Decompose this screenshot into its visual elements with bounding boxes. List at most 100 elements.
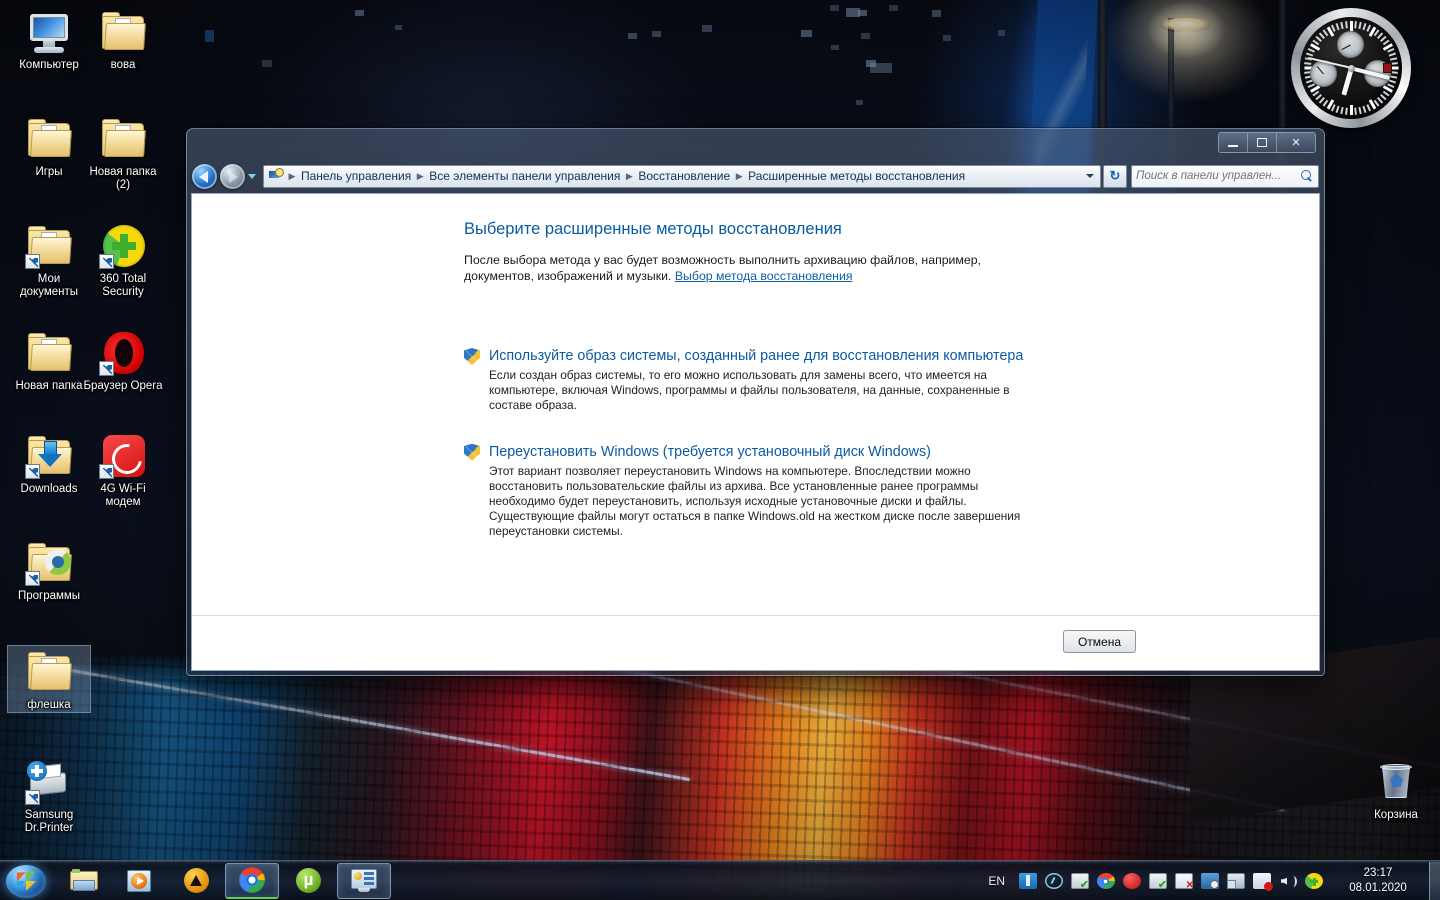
control-panel-icon [349, 867, 379, 895]
desktop-icon-label: Корзина [1374, 809, 1418, 821]
windows-logo-icon [6, 864, 46, 898]
network-icon[interactable] [1226, 872, 1246, 890]
chrome-tray-icon[interactable] [1096, 872, 1116, 890]
cherry-app-icon[interactable] [1122, 872, 1142, 890]
folder-icon [25, 329, 73, 377]
recovery-icon [267, 168, 284, 184]
tray-icons [1015, 872, 1327, 891]
clock-tick [1340, 21, 1344, 30]
desktop-icon-label: Мои документы [19, 273, 79, 298]
clock-tick [1304, 62, 1312, 65]
control-panel-window[interactable]: ✕ ▶ Панель управления ▶ Все элементы панели… [186, 128, 1325, 676]
desktop-icon-3[interactable]: Игры [8, 115, 90, 179]
desktop-icon-10[interactable]: 4G Wi-Fi модем [82, 432, 164, 509]
clock-center-cap [1347, 64, 1355, 72]
back-button[interactable] [192, 163, 217, 189]
clock-date-window [1383, 63, 1392, 73]
search-input[interactable] [1136, 170, 1300, 182]
cancel-button[interactable]: Отмена [1063, 630, 1136, 653]
clock-tick [1362, 105, 1367, 114]
speedtest-icon[interactable] [1044, 872, 1064, 890]
minimize-button[interactable] [1219, 133, 1248, 152]
close-icon: ✕ [1291, 137, 1301, 149]
action-center-flag-icon[interactable] [1252, 872, 1273, 891]
flash-drive-folder-icon [25, 648, 73, 696]
chrome-tray-icon-glyph [1097, 872, 1115, 889]
messenger-icon[interactable] [1070, 872, 1090, 891]
antivirus-check-icon-glyph [1149, 872, 1167, 891]
page-intro: После выбора метода у вас будет возможно… [464, 252, 1036, 284]
clock-tick [1345, 21, 1348, 29]
taskbar-utorrent[interactable] [281, 863, 335, 899]
document-error-icon[interactable] [1174, 872, 1194, 891]
desktop-icon-4[interactable]: Новая папка (2) [82, 115, 164, 192]
chronograph-clock-gadget[interactable] [1291, 8, 1411, 128]
desktop-icon-8[interactable]: Браузер Opera [82, 329, 164, 393]
breadcrumb-separator-icon: ▶ [288, 170, 296, 181]
desktop-icon-label: Программы [17, 590, 81, 602]
clock-tick [1307, 47, 1315, 53]
show-desktop-button[interactable] [1429, 861, 1440, 900]
desktop-icon-9[interactable]: Downloads [8, 432, 90, 496]
taskbar-media-player[interactable] [113, 863, 167, 899]
clock-tick [1335, 105, 1340, 114]
antivirus-check-icon[interactable] [1148, 872, 1168, 891]
backup-history-icon[interactable] [1200, 872, 1220, 890]
breadcrumb-item-1[interactable]: Панель управления [298, 168, 414, 184]
google-chrome-icon [237, 866, 267, 894]
breadcrumb-separator-icon: ▶ [625, 170, 633, 181]
recovery-option-heading[interactable]: Переустановить Windows (требуется устано… [489, 442, 1229, 462]
recent-pages-dropdown-icon[interactable] [245, 164, 259, 189]
desktop-icon-12[interactable]: флешка [7, 645, 91, 713]
taskbar-aimp[interactable] [169, 863, 223, 899]
breadcrumb-item-4[interactable]: Расширенные методы восстановления [745, 168, 968, 184]
search-box[interactable] [1131, 164, 1319, 188]
document-error-icon-glyph [1175, 872, 1194, 891]
breadcrumb-item-3[interactable]: Восстановление [635, 168, 733, 184]
taskbar-control-panel[interactable] [337, 862, 391, 899]
uac-shield-icon [463, 442, 481, 462]
close-button[interactable]: ✕ [1277, 133, 1315, 152]
desktop-icon-1[interactable]: Компьютер [8, 8, 90, 72]
recovery-method-link[interactable]: Выбор метода восстановления [675, 269, 853, 283]
address-bar[interactable]: ▶ Панель управления ▶ Все элементы панели у… [263, 164, 1101, 188]
shortcut-overlay-icon [25, 571, 40, 586]
window-titlebar[interactable]: ✕ [187, 129, 1324, 163]
360-security-tray-icon[interactable] [1304, 872, 1324, 890]
recovery-option-2[interactable]: Переустановить Windows (требуется устано… [463, 442, 1229, 540]
language-indicator[interactable]: EN [978, 874, 1015, 888]
address-dropdown-icon[interactable] [1081, 167, 1098, 186]
search-icon[interactable] [1300, 169, 1314, 183]
navigation-bar[interactable]: ▶ Панель управления ▶ Все элементы панели у… [187, 159, 1324, 193]
desktop-icon-2[interactable]: вова [82, 8, 164, 72]
taskbar-explorer[interactable] [57, 863, 111, 899]
maximize-button[interactable] [1248, 133, 1277, 152]
usb-device-icon[interactable] [1018, 872, 1038, 890]
breadcrumb-item-2[interactable]: Все элементы панели управления [426, 168, 623, 184]
programs-folder-icon [25, 539, 73, 587]
taskbar[interactable]: EN 23:17 08.01.2020 [0, 860, 1440, 900]
desktop-icon-5[interactable]: Мои документы [8, 222, 90, 299]
clock-tick [1349, 105, 1353, 115]
desktop-icon-recycle-bin[interactable]: Корзина [1355, 758, 1437, 822]
desktop-icon-13[interactable]: Samsung Dr.Printer [8, 758, 90, 835]
forward-button[interactable] [220, 163, 245, 189]
recovery-option-heading[interactable]: Используйте образ системы, созданный ран… [489, 346, 1229, 366]
volume-speaker-icon[interactable] [1278, 872, 1298, 890]
desktop-icon-11[interactable]: Программы [8, 539, 90, 603]
desktop-icon-label: Samsung Dr.Printer [24, 809, 74, 834]
window-control-buttons[interactable]: ✕ [1218, 132, 1316, 153]
taskbar-clock[interactable]: 23:17 08.01.2020 [1327, 866, 1425, 896]
shortcut-overlay-icon [99, 464, 114, 479]
start-button[interactable] [1, 862, 55, 900]
desktop-icon-7[interactable]: Новая папка [8, 329, 90, 393]
recovery-option-1[interactable]: Используйте образ системы, созданный ран… [463, 346, 1229, 414]
folder-icon [99, 8, 147, 56]
desktop-icon-6[interactable]: 360 Total Security [82, 222, 164, 299]
aimp-icon [181, 867, 211, 895]
taskbar-chrome[interactable] [225, 862, 279, 899]
desktop-icon-label: 360 Total Security [99, 273, 147, 298]
taskbar-items [55, 862, 391, 899]
recovery-option-body: Если создан образ системы, то его можно … [489, 368, 1010, 413]
refresh-button[interactable]: ↻ [1103, 164, 1127, 188]
